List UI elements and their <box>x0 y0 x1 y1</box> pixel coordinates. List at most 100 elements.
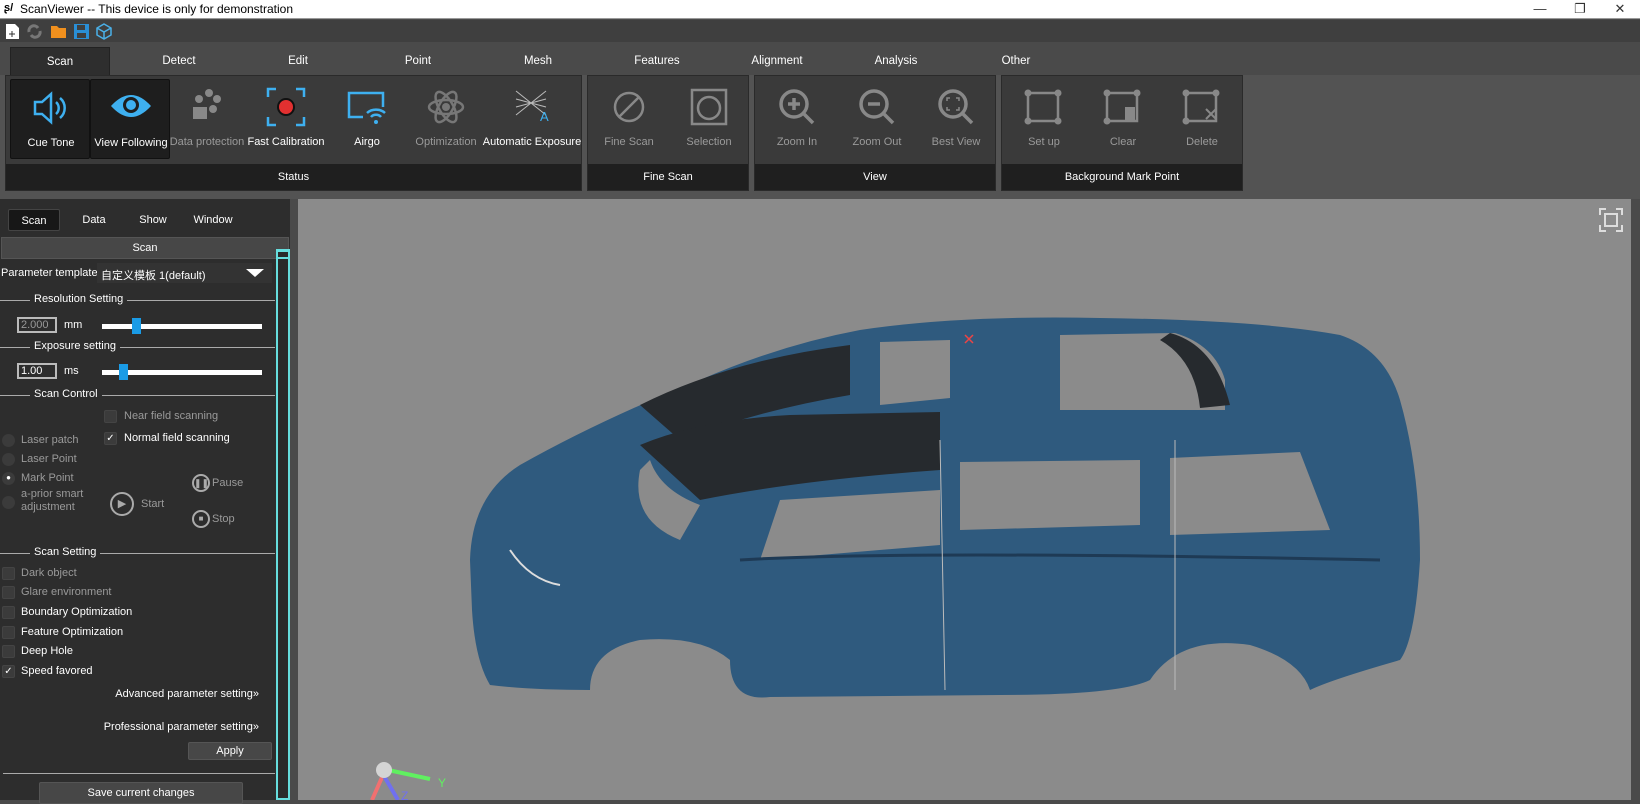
resolution-slider[interactable] <box>102 318 262 334</box>
apply-button[interactable]: Apply <box>188 742 272 760</box>
frame-trash-icon <box>1103 89 1141 125</box>
feature-optimization-label: Feature Optimization <box>21 626 124 638</box>
double-chevron-down-icon: » <box>252 688 259 700</box>
group-fine-scan: Fine Scan Selection Fine Scan <box>587 75 749 191</box>
exposure-slider[interactable] <box>102 364 262 380</box>
panel-tab-data[interactable]: Data <box>68 209 120 231</box>
advanced-label: Advanced parameter setting <box>115 688 253 700</box>
restore-button[interactable]: ❐ <box>1560 0 1600 19</box>
radio-mark-point[interactable]: ● <box>2 472 15 485</box>
fine-scan-button[interactable]: Fine Scan <box>589 79 669 159</box>
panel-tab-window[interactable]: Window <box>187 209 239 231</box>
save-icon[interactable] <box>73 23 90 40</box>
slider-thumb[interactable] <box>118 364 128 380</box>
clear-button[interactable]: Clear <box>1083 79 1163 159</box>
automatic-exposure-button[interactable]: A Automatic Exposure <box>483 79 581 159</box>
delete-button[interactable]: Delete <box>1162 79 1242 159</box>
group-background-mark-point: Set up Clear Delete Background Mark Poin… <box>1001 75 1243 191</box>
tab-point[interactable]: Point <box>368 47 468 75</box>
app-logo-icon: ʂ/ <box>4 2 14 14</box>
radio-laser-patch[interactable] <box>2 434 15 447</box>
radio-laser-point[interactable] <box>2 453 15 466</box>
scan-section-header[interactable]: Scan <box>1 237 289 259</box>
professional-parameter-toggle[interactable]: Professional parameter setting» <box>104 721 259 733</box>
open-folder-icon[interactable] <box>50 23 67 40</box>
divider <box>3 773 275 774</box>
dark-object-checkbox[interactable] <box>2 567 15 580</box>
lock-dots-icon <box>193 89 221 119</box>
wifi-icon <box>347 91 386 124</box>
pause-button[interactable]: Pause <box>212 477 243 489</box>
deep-hole-label: Deep Hole <box>21 645 73 657</box>
minimize-button[interactable]: — <box>1520 0 1560 19</box>
set-up-button[interactable]: Set up <box>1004 79 1084 159</box>
tab-mesh[interactable]: Mesh <box>488 47 588 75</box>
speed-favored-checkbox[interactable]: ✓ <box>2 665 15 678</box>
start-icon[interactable]: ▶ <box>110 492 134 516</box>
group-view: Zoom In Zoom Out Best View View <box>754 75 996 191</box>
refresh-icon[interactable] <box>26 23 43 40</box>
close-button[interactable]: ✕ <box>1600 0 1640 19</box>
boundary-optimization-checkbox[interactable] <box>2 606 15 619</box>
airgo-button[interactable]: Airgo <box>327 79 407 159</box>
glare-environment-label: Glare environment <box>21 586 112 598</box>
data-protection-button[interactable]: Data protection <box>167 79 247 159</box>
scan-setting-title: Scan Setting <box>30 546 101 558</box>
normal-field-label: Normal field scanning <box>124 432 230 444</box>
best-view-button[interactable]: Best View <box>916 79 996 159</box>
tab-scan[interactable]: Scan <box>10 47 110 75</box>
tab-edit[interactable]: Edit <box>248 47 348 75</box>
cue-tone-button[interactable]: Cue Tone <box>10 79 90 159</box>
viewport-edge <box>1631 199 1640 800</box>
tab-alignment[interactable]: Alignment <box>727 47 827 75</box>
start-button[interactable]: Start <box>141 498 164 510</box>
car-scan-model[interactable] <box>298 199 1631 800</box>
glare-environment-checkbox[interactable] <box>2 586 15 599</box>
resolution-input[interactable]: 2.000 <box>17 317 57 333</box>
near-field-checkbox[interactable] <box>104 410 117 423</box>
panel-tab-scan[interactable]: Scan <box>8 209 60 231</box>
optimization-button[interactable]: Optimization <box>406 79 486 159</box>
title-bar: ʂ/ ScanViewer -- This device is only for… <box>0 0 1640 19</box>
cube-icon[interactable] <box>96 23 113 40</box>
zoom-out-icon <box>859 89 895 125</box>
stop-icon[interactable]: ■ <box>192 510 210 528</box>
tab-detect[interactable]: Detect <box>129 47 229 75</box>
3d-viewport[interactable]: Y Z <box>298 199 1631 800</box>
new-file-icon[interactable] <box>4 23 21 40</box>
panel-scrollbar[interactable] <box>276 250 290 800</box>
axis-z-label: Z <box>401 789 408 800</box>
window-title: ScanViewer -- This device is only for de… <box>20 2 294 16</box>
menu-tabs: Scan Detect Edit Point Mesh Features Ali… <box>0 42 1640 75</box>
pause-icon[interactable]: ❚❚ <box>192 474 210 492</box>
car-body <box>470 317 1420 698</box>
deep-hole-checkbox[interactable] <box>2 645 15 658</box>
feature-optimization-checkbox[interactable] <box>2 626 15 639</box>
group-label: Fine Scan <box>588 164 748 190</box>
advanced-parameter-toggle[interactable]: Advanced parameter setting» <box>115 688 259 700</box>
resolution-title: Resolution Setting <box>30 293 128 305</box>
normal-field-checkbox[interactable]: ✓ <box>104 432 117 445</box>
selection-icon <box>690 88 728 126</box>
fast-calibration-button[interactable]: Fast Calibration <box>246 79 326 159</box>
panel-tab-show[interactable]: Show <box>127 209 179 231</box>
selection-button[interactable]: Selection <box>669 79 749 159</box>
professional-label: Professional parameter setting <box>103 721 253 733</box>
zoom-in-button[interactable]: Zoom In <box>757 79 837 159</box>
tab-features[interactable]: Features <box>607 47 707 75</box>
group-status: Cue Tone View Following Data protection … <box>5 75 582 191</box>
group-label: Background Mark Point <box>1002 164 1242 190</box>
stop-button[interactable]: Stop <box>212 513 235 525</box>
scrollbar-handle[interactable] <box>276 249 290 259</box>
save-changes-button[interactable]: Save current changes <box>39 782 243 804</box>
exposure-title: Exposure setting <box>30 340 120 352</box>
exposure-input[interactable]: 1.00 <box>17 363 57 379</box>
tab-other[interactable]: Other <box>966 47 1066 75</box>
radio-a-prior[interactable] <box>2 496 15 509</box>
frame-icon <box>1024 89 1062 125</box>
param-template-select[interactable]: 自定义模板 1(default) <box>97 263 272 283</box>
slider-thumb[interactable] <box>132 318 142 334</box>
tab-analysis[interactable]: Analysis <box>846 47 946 75</box>
exposure-unit: ms <box>64 365 79 377</box>
zoom-out-button[interactable]: Zoom Out <box>837 79 917 159</box>
